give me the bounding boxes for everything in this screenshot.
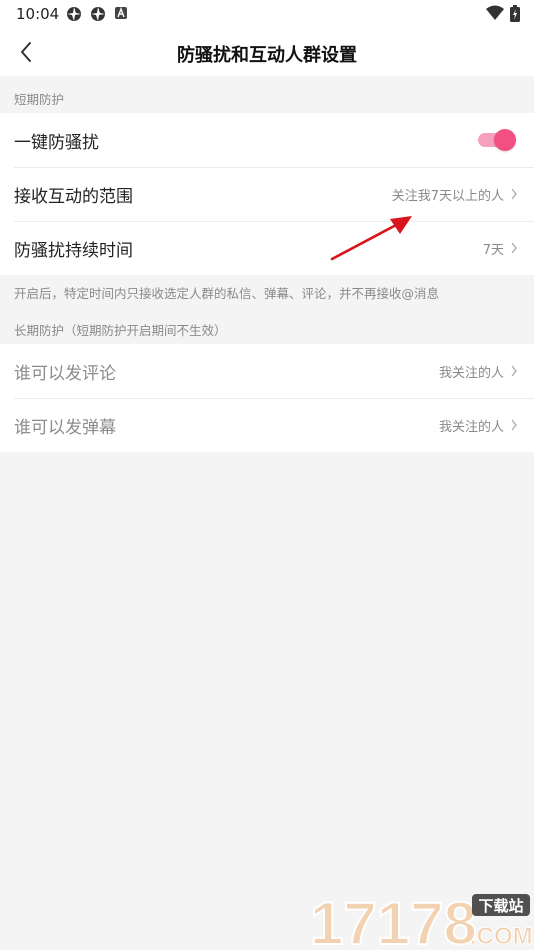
one-key-protection-toggle[interactable] [478,129,516,151]
svg-text:下载站: 下载站 [478,897,523,915]
svg-text:17178: 17178 [310,890,477,950]
short-term-hint: 开启后，特定时间内只接收选定人群的私信、弹幕、评论，并不再接收@消息 [14,286,440,301]
chevron-right-icon [511,242,517,254]
who-can-comment-row[interactable]: 谁可以发评论 我关注的人 [0,344,534,398]
status-time: 10:04 [16,5,60,23]
app-notification-icon [115,7,127,19]
aperture-icon [91,7,105,21]
aperture-icon [67,7,81,21]
long-term-settings-group: 谁可以发评论 我关注的人 谁可以发弹幕 我关注的人 [0,344,534,452]
wifi-icon [486,5,504,20]
site-watermark-logo: 17178 下载站 .COM [309,889,533,950]
interaction-range-value: 关注我7天以上的人 [391,188,504,204]
page-title: 防骚扰和互动人群设置 [177,45,357,66]
who-can-danmaku-row[interactable]: 谁可以发弹幕 我关注的人 [0,398,534,452]
battery-charging-icon [510,5,520,22]
status-notification-icons [66,6,128,22]
who-can-comment-value: 我关注的人 [438,365,504,381]
chevron-right-icon [511,188,517,200]
one-key-protection-label: 一键防骚扰 [14,132,99,153]
svg-text:.COM: .COM [470,923,533,950]
section-label-long-term: 长期防护（短期防护开启期间不生效） [14,323,227,338]
protection-duration-row[interactable]: 防骚扰持续时间 7天 [0,221,534,275]
chevron-right-icon [511,419,517,431]
short-term-settings-group: 一键防骚扰 接收互动的范围 关注我7天以上的人 防骚扰持续时间 7天 [0,113,534,275]
protection-duration-value: 7天 [482,242,504,258]
status-system-icons [486,5,520,22]
interaction-range-row[interactable]: 接收互动的范围 关注我7天以上的人 [0,167,534,221]
who-can-danmaku-label: 谁可以发弹幕 [14,417,116,438]
section-label-short-term: 短期防护 [14,92,65,107]
interaction-range-label: 接收互动的范围 [14,186,133,207]
one-key-protection-row: 一键防骚扰 [0,113,534,167]
who-can-comment-label: 谁可以发评论 [14,363,116,384]
who-can-danmaku-value: 我关注的人 [438,419,504,435]
chevron-right-icon [511,365,517,377]
toggle-knob [494,129,516,151]
navigation-header: 防骚扰和互动人群设置 [0,28,534,76]
annotation-arrow-icon [330,216,412,261]
status-bar: 10:04 [0,0,534,28]
